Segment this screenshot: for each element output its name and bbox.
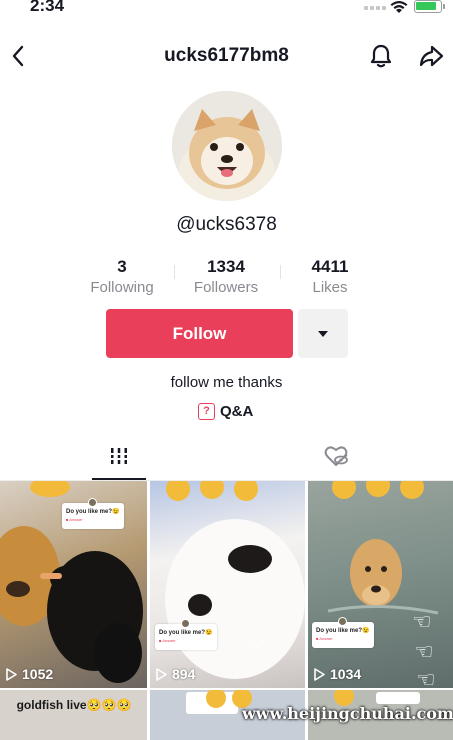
video-thumbnail[interactable]: Do you like me?😉 ■ Answer ☜ 894 <box>150 481 305 688</box>
pointing-hand-icon: ☜ <box>248 635 268 660</box>
top-nav: ucks6177bm8 <box>0 36 453 76</box>
watermark: www.heijingchuhai.com <box>242 704 453 723</box>
bell-icon <box>370 44 392 68</box>
back-button[interactable] <box>6 42 30 70</box>
play-count: 1034 <box>314 666 361 682</box>
likes-count: 4411 <box>311 257 349 276</box>
stat-following[interactable]: 3 Following <box>72 257 172 296</box>
pomeranian-avatar-image <box>172 91 282 201</box>
question-sticker: Do you like me?😉 ■ Answer <box>312 617 374 648</box>
qa-link[interactable]: ? Q&A <box>198 401 253 421</box>
play-icon <box>314 667 325 681</box>
question-sticker: Do you like me?😉 ■ Answer <box>155 619 217 650</box>
video-thumbnail[interactable]: goldfish live🥺🥺🥺 <box>0 690 147 740</box>
play-count: 894 <box>156 666 195 682</box>
suggested-accounts-button[interactable] <box>298 309 348 358</box>
play-icon <box>6 667 17 681</box>
tab-videos[interactable] <box>92 437 146 481</box>
status-bar: 2:34 <box>0 0 453 22</box>
content-tabs <box>0 437 453 481</box>
caret-down-icon <box>318 330 328 337</box>
share-arrow-icon <box>419 45 444 67</box>
stat-divider <box>174 265 175 279</box>
grid-bars-icon <box>109 448 129 464</box>
video-thumbnail[interactable]: Do you like me?😉 ■ Answer ☜ ☜ ☜ 1034 <box>308 481 453 688</box>
video-grid: Do you like me?😉 ■ Answer 1052 Do you li… <box>0 481 453 740</box>
bio-text: follow me thanks <box>170 374 283 391</box>
following-label: Following <box>90 279 154 296</box>
play-icon <box>156 667 167 681</box>
profile-stats: 3 Following 1334 Followers 4411 Likes <box>70 257 383 297</box>
battery-icon <box>414 0 442 13</box>
video-caption: goldfish live🥺🥺🥺 <box>16 698 132 712</box>
qa-label: Q&A <box>220 402 254 420</box>
pointing-hand-icon: ☜ <box>414 639 434 664</box>
nav-title: ucks6177bm8 <box>164 45 289 66</box>
stat-followers[interactable]: 1334 Followers <box>176 257 276 296</box>
chevron-left-icon <box>12 45 24 67</box>
question-sticker: Do you like me?😉 ■ Answer <box>62 498 124 529</box>
avatar[interactable] <box>172 91 282 201</box>
followers-count: 1334 <box>207 257 245 276</box>
question-icon: ? <box>198 402 215 420</box>
following-count: 3 <box>117 257 127 276</box>
pomeranian-thumbnail-image <box>165 481 305 679</box>
signal-icon <box>364 6 386 10</box>
likes-label: Likes <box>312 279 348 296</box>
user-handle: @ucks6378 <box>176 214 277 235</box>
share-button[interactable] <box>417 42 445 70</box>
wifi-icon <box>390 1 408 13</box>
video-thumbnail[interactable]: Do you like me?😉 ■ Answer 1052 <box>0 481 147 688</box>
stat-likes: 4411 Likes <box>280 257 380 296</box>
follow-button[interactable]: Follow <box>106 309 293 358</box>
tab-liked[interactable] <box>320 437 354 481</box>
hidden-heart-icon <box>324 446 348 466</box>
status-time: 2:34 <box>30 0 65 15</box>
pointing-hand-icon: ☜ <box>416 667 436 689</box>
play-count: 1052 <box>6 666 53 682</box>
notification-button[interactable] <box>367 42 395 70</box>
pointing-hand-icon: ☜ <box>412 609 432 634</box>
followers-label: Followers <box>193 279 259 296</box>
